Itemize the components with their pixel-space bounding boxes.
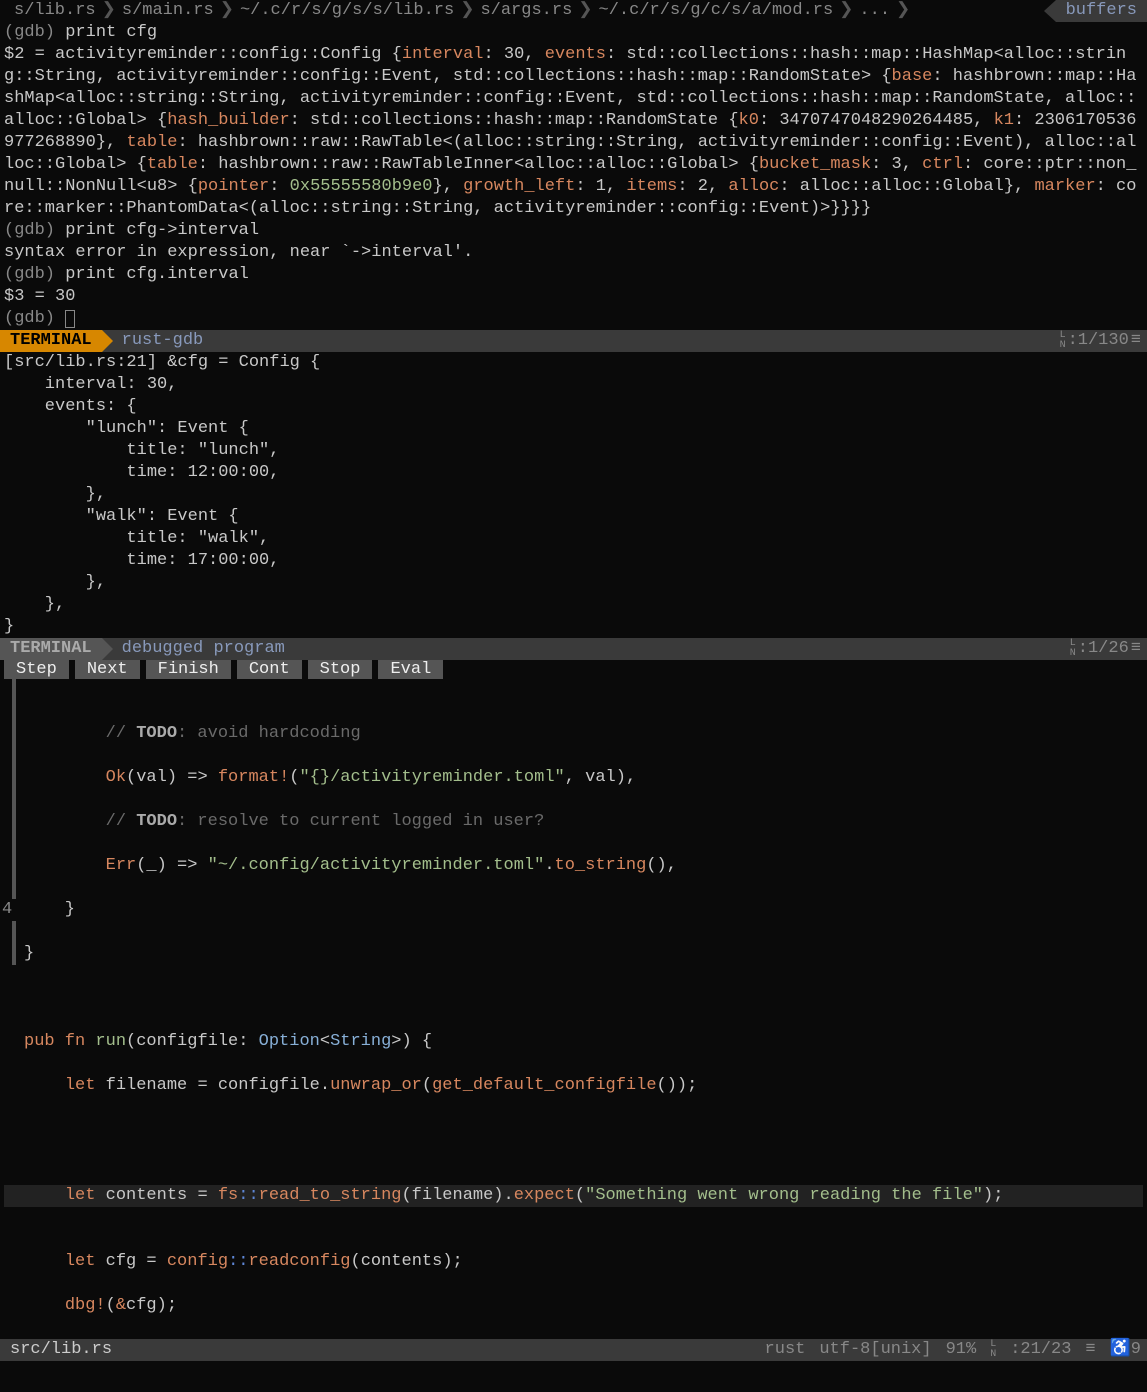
gdb-terminal-output[interactable]: (gdb) print cfg $2 = activityreminder::c… [0, 22, 1147, 330]
column-indicator: ♿9 [1110, 1339, 1141, 1361]
menu-icon: ≡ [1085, 1339, 1095, 1361]
file-path: src/lib.rs [0, 1339, 112, 1361]
terminal-cursor [65, 310, 75, 328]
chevron-right-icon: ❯ [576, 0, 594, 22]
terminal-title: rust-gdb [102, 330, 204, 352]
command-line[interactable] [0, 1361, 1147, 1391]
cont-button[interactable]: Cont [237, 660, 302, 679]
chevron-right-icon: ❯ [837, 0, 855, 22]
chevron-right-icon: ❯ [218, 0, 236, 22]
tab-item[interactable]: s/args.rs [476, 0, 576, 22]
menu-icon: ≡ [1131, 330, 1141, 352]
stop-button[interactable]: Stop [308, 660, 373, 679]
tab-item[interactable]: ~/.c/r/s/g/s/s/lib.rs [236, 0, 458, 22]
mode-badge: TERMINAL [0, 638, 102, 660]
encoding-indicator: utf-8[unix] [819, 1339, 931, 1361]
tab-item[interactable]: s/lib.rs [10, 0, 100, 22]
position-indicator: LN:1/130≡ [1060, 330, 1147, 352]
mode-badge: TERMINAL [0, 330, 102, 352]
percent-indicator: 91% [946, 1339, 977, 1361]
tab-item[interactable]: s/main.rs [118, 0, 218, 22]
editor-status-bar: src/lib.rs rust utf-8[unix] 91% LN:21/23… [0, 1339, 1147, 1361]
position-indicator: LN:1/26≡ [1070, 638, 1147, 660]
step-button[interactable]: Step [4, 660, 69, 679]
tab-item[interactable]: ~/.c/r/s/g/c/s/a/mod.rs [595, 0, 838, 22]
terminal-title: debugged program [102, 638, 285, 660]
language-indicator: rust [765, 1339, 806, 1361]
terminal-status-bar: TERMINAL rust-gdb LN:1/130≡ [0, 330, 1147, 352]
chevron-right-icon: ❯ [458, 0, 476, 22]
menu-icon: ≡ [1131, 638, 1141, 660]
debug-toolbar: Step Next Finish Cont Stop Eval [0, 660, 1147, 679]
next-button[interactable]: Next [75, 660, 140, 679]
tab-more[interactable]: ... [855, 0, 894, 22]
gutter-marker: 4 [2, 899, 12, 921]
code-editor[interactable]: // TODO: avoid hardcoding Ok(val) => for… [0, 679, 1147, 1339]
eval-button[interactable]: Eval [378, 660, 443, 679]
debug-output[interactable]: [src/lib.rs:21] &cfg = Config { interval… [0, 352, 1147, 638]
line-indicator: :21/23 [1010, 1339, 1071, 1361]
buffer-tabs: s/lib.rs❯ s/main.rs❯ ~/.c/r/s/g/s/s/lib.… [0, 0, 1147, 22]
terminal-status-bar: TERMINAL debugged program LN:1/26≡ [0, 638, 1147, 660]
finish-button[interactable]: Finish [146, 660, 231, 679]
buffers-label: buffers [1056, 0, 1147, 22]
chevron-right-icon: ❯ [894, 0, 912, 22]
chevron-right-icon: ❯ [100, 0, 118, 22]
